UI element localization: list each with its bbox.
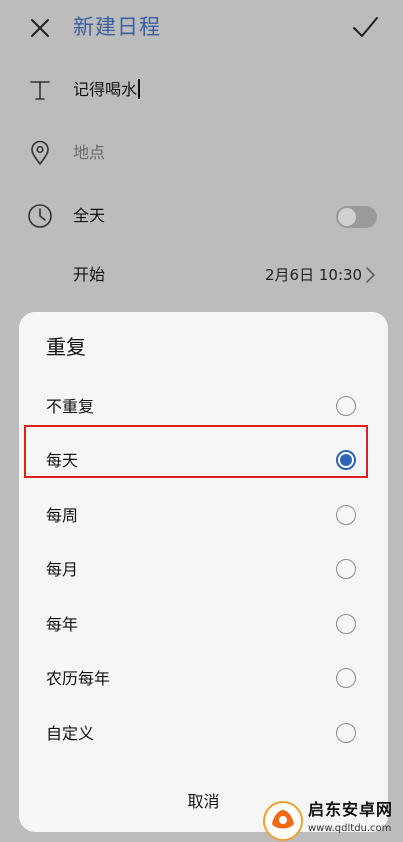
site-watermark: 启东安卓网 www.qdltdu.com (262, 796, 403, 842)
option-label: 农历每年 (46, 669, 111, 688)
start-time-row[interactable]: 开始 2月6日 10:30 (0, 250, 403, 300)
radio-button[interactable] (336, 396, 356, 416)
repeat-option-lunar-yearly[interactable]: 农历每年 (19, 654, 388, 704)
watermark-url: www.qdltdu.com (308, 823, 392, 834)
option-label: 每年 (46, 615, 79, 634)
repeat-option-custom[interactable]: 自定义 (19, 709, 388, 759)
radio-button[interactable] (336, 559, 356, 579)
radio-button-selected[interactable] (336, 450, 356, 470)
start-label: 开始 (73, 265, 106, 284)
location-input[interactable]: 地点 (73, 141, 105, 165)
allday-row: 全天 (0, 191, 403, 241)
option-label: 自定义 (46, 724, 95, 743)
event-title-value: 记得喝水 (73, 80, 138, 99)
option-label: 每月 (46, 560, 79, 579)
repeat-sheet: 重复 不重复 每天 每周 每月 每年 农历每年 自定义 取消 (19, 312, 388, 832)
option-label: 不重复 (46, 397, 95, 416)
radio-button[interactable] (336, 668, 356, 688)
confirm-button[interactable] (348, 10, 382, 44)
chevron-right-icon (366, 267, 375, 283)
sheet-title: 重复 (46, 335, 86, 359)
radio-button[interactable] (336, 614, 356, 634)
check-icon (353, 17, 378, 37)
repeat-option-monthly[interactable]: 每月 (19, 545, 388, 595)
event-title-input[interactable]: 记得喝水 (73, 78, 140, 102)
radio-button[interactable] (336, 505, 356, 525)
repeat-option-weekly[interactable]: 每周 (19, 491, 388, 541)
watermark-logo-icon (263, 801, 303, 841)
watermark-name: 启东安卓网 (308, 800, 394, 819)
location-row[interactable]: 地点 (0, 128, 403, 178)
option-label: 每天 (46, 451, 79, 470)
text-cursor (138, 79, 140, 99)
clock-icon (28, 204, 52, 228)
close-button[interactable] (24, 12, 56, 44)
option-label: 每周 (46, 506, 79, 525)
allday-label: 全天 (73, 206, 106, 225)
page-title: 新建日程 (73, 15, 161, 39)
repeat-option-none[interactable]: 不重复 (19, 382, 388, 432)
allday-toggle[interactable] (336, 206, 377, 228)
radio-button[interactable] (336, 723, 356, 743)
toggle-knob (338, 208, 356, 226)
repeat-option-daily[interactable]: 每天 (19, 436, 388, 486)
repeat-option-yearly[interactable]: 每年 (19, 600, 388, 650)
header-bar: 新建日程 (0, 0, 403, 56)
close-icon (31, 19, 49, 37)
event-title-row[interactable]: 记得喝水 (0, 65, 403, 115)
location-pin-icon (31, 140, 49, 165)
start-time-value: 2月6日 10:30 (265, 266, 363, 284)
text-icon (30, 81, 50, 100)
